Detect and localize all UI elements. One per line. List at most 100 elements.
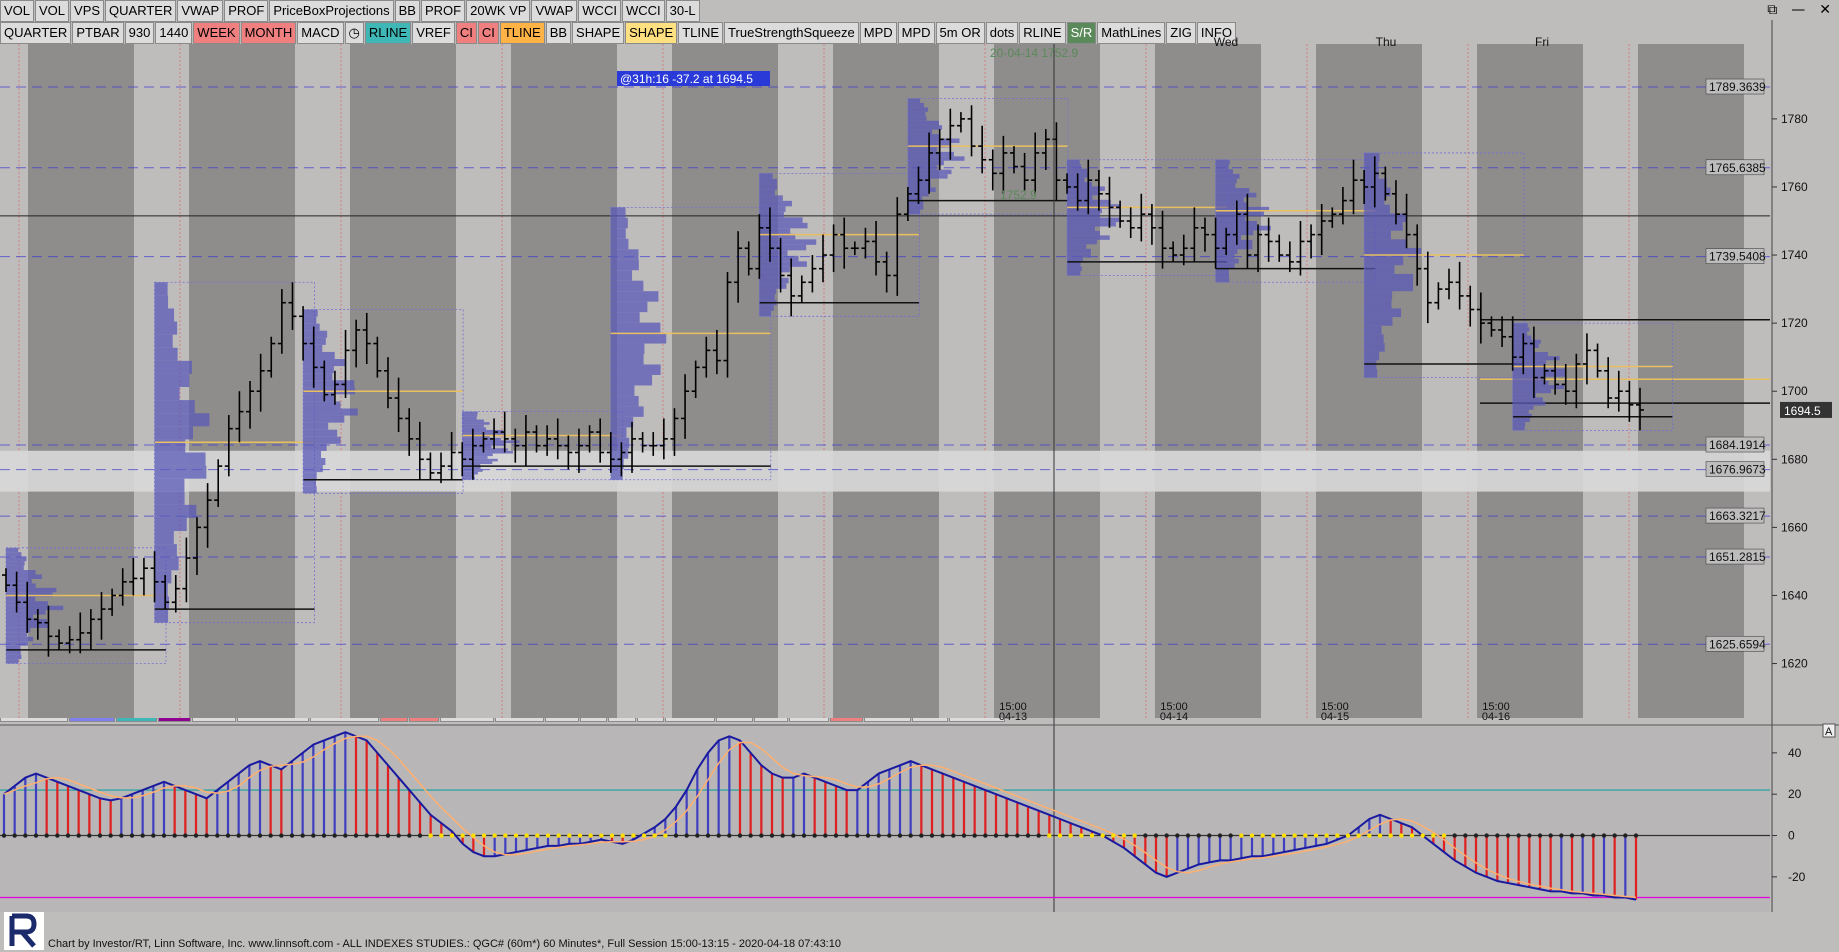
zero-dot-100 (1068, 833, 1073, 838)
zero-dot-41 (439, 833, 444, 838)
zero-dot-134 (1431, 833, 1436, 838)
zero-dot-149 (1591, 833, 1596, 838)
zero-dot-110 (1175, 833, 1180, 838)
level-tag-1: 1765.6385 (1709, 161, 1766, 175)
zero-dot-92 (983, 833, 988, 838)
zero-dot-136 (1452, 833, 1457, 838)
zero-dot-60 (641, 833, 647, 838)
zero-dot-38 (407, 833, 412, 838)
zero-dot-95 (1015, 833, 1020, 838)
zero-dot-78 (833, 833, 839, 838)
zero-dot-33 (353, 833, 359, 838)
zero-dot-125 (1335, 833, 1340, 838)
zero-dot-117 (1249, 833, 1255, 838)
level-tag-4: 1676.9673 (1709, 463, 1766, 477)
day-label-0: Wed (1214, 35, 1238, 49)
zero-dot-77 (823, 833, 828, 838)
zero-dot-126 (1345, 833, 1351, 838)
zero-dot-57 (609, 833, 615, 838)
price-tick-label-8: 1780 (1781, 112, 1808, 126)
pane-tag: A (1825, 726, 1833, 738)
footer-caption: Chart by Investor/RT, Linn Software, Inc… (48, 938, 841, 950)
zero-dot-127 (1356, 833, 1361, 838)
zero-dot-0 (1, 833, 7, 838)
zero-dot-11 (119, 833, 124, 838)
zero-dot-147 (1569, 833, 1575, 838)
zero-dot-7 (76, 833, 81, 838)
zero-dot-67 (716, 833, 721, 838)
zero-dot-123 (1313, 833, 1319, 838)
session-band-10 (1638, 44, 1744, 718)
zero-dot-5 (55, 833, 60, 838)
zero-dot-43 (460, 833, 465, 838)
zero-dot-30 (321, 833, 327, 838)
session-band-3 (511, 44, 617, 718)
zero-dot-69 (737, 833, 743, 838)
zero-dot-34 (364, 833, 369, 838)
session-band-2 (350, 44, 456, 718)
session-band-7 (1155, 44, 1261, 718)
zero-dot-102 (1089, 833, 1095, 838)
zero-dot-94 (1004, 833, 1009, 838)
zero-dot-104 (1111, 833, 1116, 838)
zero-dot-21 (225, 833, 231, 838)
zero-dot-28 (300, 833, 305, 838)
zero-dot-1 (12, 833, 17, 838)
zero-dot-119 (1271, 833, 1276, 838)
zero-dot-8 (87, 833, 92, 838)
oscillator-pane (0, 726, 1770, 912)
zero-dot-45 (481, 833, 487, 838)
zero-dot-129 (1377, 833, 1383, 838)
zero-dot-44 (471, 833, 476, 838)
zero-dot-131 (1399, 833, 1404, 838)
zero-dot-39 (417, 833, 423, 838)
zero-dot-75 (801, 833, 807, 838)
osc-tick-label-1: 0 (1788, 829, 1795, 843)
zero-dot-50 (535, 833, 540, 838)
zero-dot-49 (524, 833, 529, 838)
zero-dot-31 (332, 833, 337, 838)
level-tag-2: 1739.5408 (1709, 250, 1766, 264)
zero-dot-79 (844, 833, 849, 838)
zero-dot-99 (1057, 833, 1063, 838)
level-tag-0: 1789.3639 (1709, 80, 1766, 94)
osc-tick-label-3: 40 (1788, 746, 1802, 760)
zero-dot-26 (279, 833, 284, 838)
zero-dot-59 (631, 833, 636, 838)
zero-dot-32 (343, 833, 348, 838)
zero-dot-93 (993, 833, 999, 838)
zero-dot-89 (951, 833, 956, 838)
session-date-3: 04-16 (1482, 711, 1510, 723)
session-band-6 (994, 44, 1100, 718)
price-tick-label-0: 1620 (1781, 657, 1808, 671)
zero-dot-12 (129, 833, 135, 838)
zero-dot-130 (1388, 833, 1393, 838)
zero-dot-141 (1505, 833, 1511, 838)
zero-dot-73 (780, 833, 785, 838)
zero-dot-61 (652, 833, 657, 838)
session-date-2: 04-15 (1321, 711, 1349, 723)
zero-dot-128 (1367, 833, 1372, 838)
price-tick-label-5: 1720 (1781, 316, 1808, 330)
zero-dot-101 (1079, 833, 1084, 838)
zero-dot-84 (897, 833, 903, 838)
zero-dot-138 (1473, 833, 1479, 838)
zero-dot-151 (1612, 833, 1617, 838)
zero-dot-118 (1260, 833, 1265, 838)
zero-dot-36 (385, 833, 391, 838)
zero-dot-108 (1153, 833, 1159, 838)
day-label-1: Thu (1376, 35, 1397, 49)
zero-dot-114 (1217, 833, 1223, 838)
zero-dot-121 (1292, 833, 1297, 838)
chart-canvas[interactable]: 1789.3639 1765.6385 1739.5408 1684.1914 1676… (0, 0, 1839, 952)
session-band-8 (1316, 44, 1422, 718)
level-tag-3: 1684.1914 (1709, 438, 1766, 452)
zero-dot-98 (1047, 833, 1052, 838)
zero-dot-10 (108, 833, 113, 838)
zero-dot-66 (705, 833, 711, 838)
zero-dot-4 (44, 833, 49, 838)
osc-tick-label-0: -20 (1788, 870, 1806, 884)
zero-dot-70 (748, 833, 753, 838)
zero-dot-111 (1185, 833, 1191, 838)
session-date-1: 04-14 (1160, 711, 1188, 723)
